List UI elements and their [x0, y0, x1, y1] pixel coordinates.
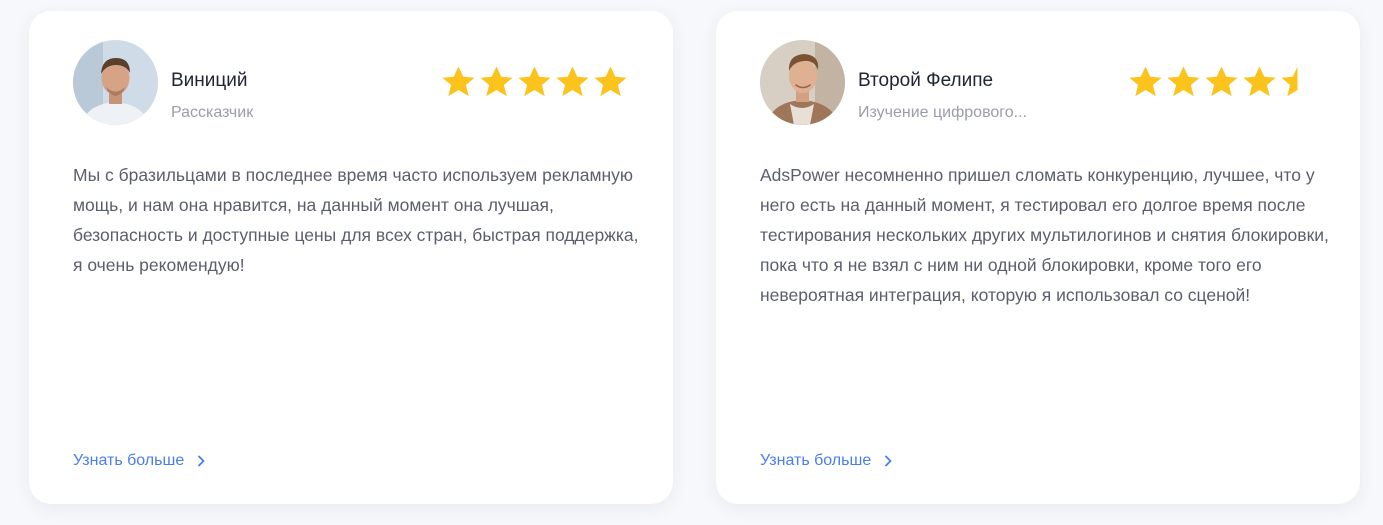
star-half-icon — [1281, 66, 1314, 97]
reviewer-name: Второй Фелипе — [858, 70, 994, 91]
reviewer-role: Рассказчик — [171, 104, 254, 121]
star-full-icon — [1129, 66, 1162, 97]
review-card: Второй Фелипе Изучение цифрового... AdsP… — [716, 11, 1360, 504]
reviewer-name: Виниций — [171, 70, 248, 91]
avatar — [73, 40, 158, 125]
learn-more-label: Узнать больше — [760, 452, 872, 469]
star-full-icon — [1205, 66, 1238, 97]
person-photo-icon — [73, 40, 158, 125]
review-text: AdsPower несомненно пришел сломать конку… — [760, 165, 1329, 305]
review-text: Мы с бразильцами в последнее время часто… — [73, 165, 639, 275]
person-photo-icon — [760, 40, 845, 125]
star-full-icon — [1243, 66, 1276, 97]
star-full-icon — [1167, 66, 1200, 97]
review-card: Виниций Рассказчик Мы с бразильцами в по… — [29, 11, 673, 504]
star-full-icon — [442, 66, 475, 97]
learn-more-link[interactable]: Узнать больше — [73, 452, 208, 470]
reviewer-role: Изучение цифрового... — [858, 104, 1028, 121]
star-full-icon — [480, 66, 513, 97]
avatar — [760, 40, 845, 125]
star-rating — [1127, 64, 1316, 104]
learn-more-link[interactable]: Узнать больше — [760, 452, 895, 470]
star-full-icon — [594, 66, 627, 97]
chevron-right-icon — [198, 455, 205, 467]
star-rating — [440, 64, 629, 104]
star-full-icon — [556, 66, 589, 97]
star-full-icon — [518, 66, 551, 97]
chevron-right-icon — [885, 455, 892, 467]
learn-more-label: Узнать больше — [73, 452, 185, 469]
